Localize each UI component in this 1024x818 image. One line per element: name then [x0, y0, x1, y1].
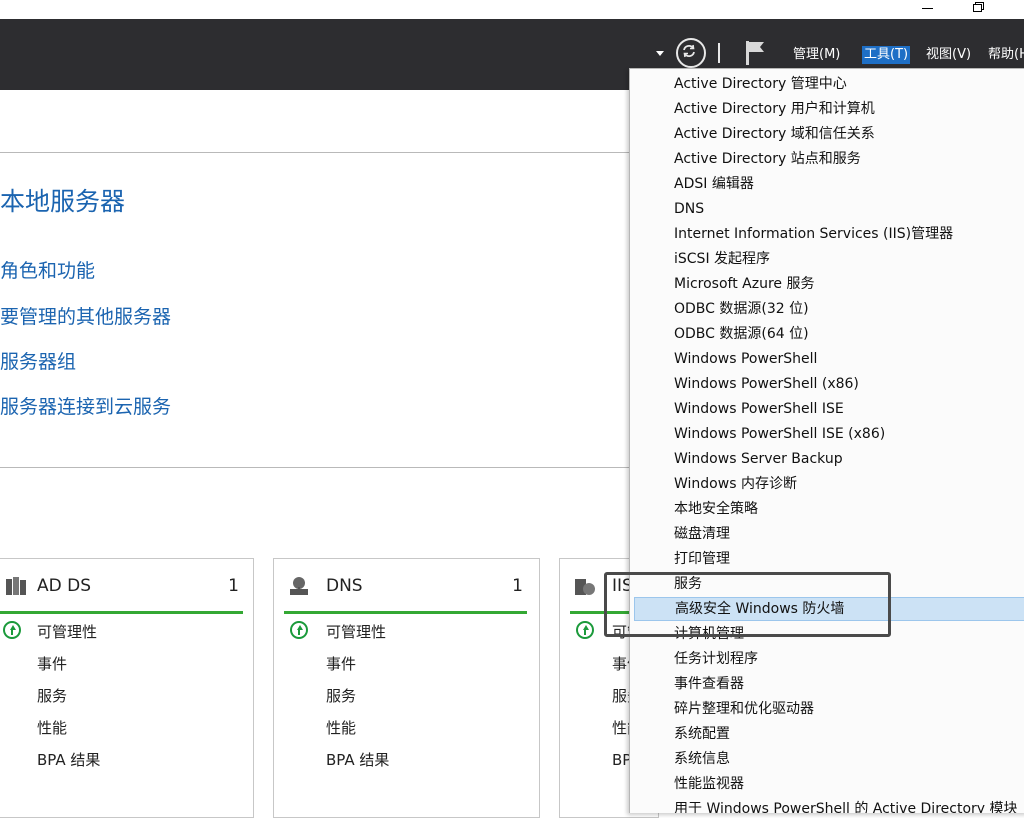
tools-item-iis-manager[interactable]: Internet Information Services (IIS)管理器 — [634, 222, 1024, 246]
role-tile-dns[interactable]: DNS 1 可管理性 事件 服务 性能 BPA 结果 — [273, 558, 540, 818]
tools-item-powershell[interactable]: Windows PowerShell — [634, 347, 1024, 371]
menu-tools[interactable]: 工具(T) — [862, 46, 911, 64]
tile-row-bpa[interactable]: BPA 结果 — [326, 749, 389, 770]
tools-item-odbc-32[interactable]: ODBC 数据源(32 位) — [634, 297, 1024, 321]
status-bar — [0, 611, 243, 614]
tile-row-manageability[interactable]: 可管理性 — [326, 621, 386, 642]
role-tile-ad-ds[interactable]: AD DS 1 可管理性 事件 服务 性能 BPA 结果 — [0, 558, 254, 818]
quick-link-server-group[interactable]: 服务器组 — [0, 347, 76, 374]
tools-item-powershell-ise-x86[interactable]: Windows PowerShell ISE (x86) — [634, 422, 1024, 446]
tools-item-system-configuration[interactable]: 系统配置 — [634, 722, 1024, 746]
restore-icon[interactable] — [958, 0, 998, 19]
tools-item-adsi-edit[interactable]: ADSI 编辑器 — [634, 172, 1024, 196]
tools-item-local-security-policy[interactable]: 本地安全策略 — [634, 497, 1024, 521]
menu-manage[interactable]: 管理(M) — [791, 46, 842, 64]
tools-item-firewall-advanced-security[interactable]: 高级安全 Windows 防火墙 — [634, 597, 1024, 621]
tools-item-computer-management[interactable]: 计算机管理 — [634, 622, 1024, 646]
tools-item-iscsi-initiator[interactable]: iSCSI 发起程序 — [634, 247, 1024, 271]
quick-link-cloud-services[interactable]: 服务器连接到云服务 — [0, 392, 171, 419]
tools-item-memory-diagnostic[interactable]: Windows 内存诊断 — [634, 472, 1024, 496]
tools-item-odbc-64[interactable]: ODBC 数据源(64 位) — [634, 322, 1024, 346]
toolbar-separator — [718, 43, 720, 63]
tile-row-bpa[interactable]: BPA 结果 — [37, 749, 100, 770]
tools-item-server-backup[interactable]: Windows Server Backup — [634, 447, 1024, 471]
tile-header[interactable]: DNS 1 — [274, 559, 539, 613]
flag-icon[interactable] — [744, 39, 766, 71]
tile-row-events[interactable]: 事件 — [37, 653, 67, 674]
menu-view[interactable]: 视图(V) — [924, 46, 973, 64]
tile-row-performance[interactable]: 性能 — [326, 717, 356, 738]
tools-item-azure-services[interactable]: Microsoft Azure 服务 — [634, 272, 1024, 296]
quick-link-add-servers[interactable]: 要管理的其他服务器 — [0, 302, 171, 329]
ad-ds-icon — [5, 575, 27, 597]
tools-item-defragment[interactable]: 碎片整理和优化驱动器 — [634, 697, 1024, 721]
tools-item-system-information[interactable]: 系统信息 — [634, 747, 1024, 771]
dns-icon — [288, 575, 310, 597]
tools-item-ad-users-computers[interactable]: Active Directory 用户和计算机 — [634, 97, 1024, 121]
section-divider — [0, 467, 630, 468]
tile-row-services[interactable]: 服务 — [326, 685, 356, 706]
tools-dropdown-menu: Active Directory 管理中心 Active Directory 用… — [629, 68, 1024, 813]
tools-item-powershell-x86[interactable]: Windows PowerShell (x86) — [634, 372, 1024, 396]
tile-count: 1 — [512, 576, 523, 596]
window-title-bar — [0, 0, 1024, 19]
tools-item-ad-powershell-module[interactable]: 用于 Windows PowerShell 的 Active Directory… — [634, 797, 1024, 813]
tile-title: DNS — [326, 576, 363, 596]
tile-row-events[interactable]: 事件 — [326, 653, 356, 674]
refresh-icon[interactable] — [676, 38, 706, 68]
tools-item-task-scheduler[interactable]: 任务计划程序 — [634, 647, 1024, 671]
page-title: 本地服务器 — [0, 187, 126, 216]
iis-icon — [574, 575, 596, 597]
manageability-ok-icon — [576, 621, 594, 639]
status-bar — [284, 611, 527, 614]
tools-item-print-management[interactable]: 打印管理 — [634, 547, 1024, 571]
tools-item-powershell-ise[interactable]: Windows PowerShell ISE — [634, 397, 1024, 421]
tile-count: 1 — [228, 576, 239, 596]
tools-item-ad-sites-services[interactable]: Active Directory 站点和服务 — [634, 147, 1024, 171]
minimize-icon[interactable] — [907, 0, 947, 19]
tile-row-manageability[interactable]: 可管理性 — [37, 621, 97, 642]
tools-item-dns[interactable]: DNS — [634, 197, 1024, 221]
manageability-ok-icon — [3, 621, 21, 639]
tile-header[interactable]: AD DS 1 — [0, 559, 253, 613]
tile-row-performance[interactable]: 性能 — [37, 717, 67, 738]
tile-row-services[interactable]: 服务 — [37, 685, 67, 706]
section-divider — [0, 152, 630, 153]
tile-title: AD DS — [37, 576, 92, 596]
tools-item-ad-admin-center[interactable]: Active Directory 管理中心 — [634, 72, 1024, 96]
manageability-ok-icon — [290, 621, 308, 639]
tools-item-ad-domains-trusts[interactable]: Active Directory 域和信任关系 — [634, 122, 1024, 146]
dropdown-arrow-icon[interactable] — [656, 51, 664, 56]
tools-item-event-viewer[interactable]: 事件查看器 — [634, 672, 1024, 696]
tools-item-performance-monitor[interactable]: 性能监视器 — [634, 772, 1024, 796]
tools-item-disk-cleanup[interactable]: 磁盘清理 — [634, 522, 1024, 546]
quick-link-roles-features[interactable]: 角色和功能 — [0, 256, 95, 283]
menu-help[interactable]: 帮助(H — [986, 46, 1024, 64]
tools-item-services[interactable]: 服务 — [634, 572, 1024, 596]
